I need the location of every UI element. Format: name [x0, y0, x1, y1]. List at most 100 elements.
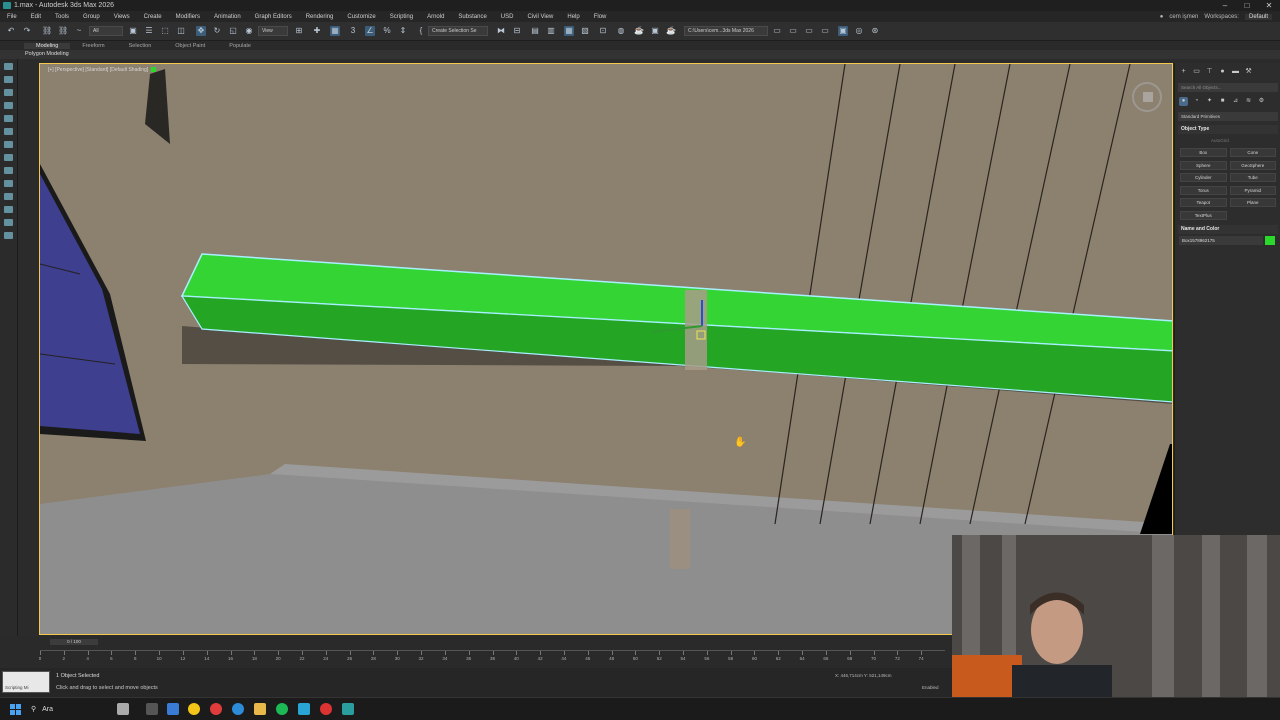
bind-space-warp-icon[interactable]: ~ [74, 26, 84, 36]
helpers-tool-icon[interactable] [4, 206, 13, 213]
autogrid-checkbox[interactable]: AutoGrid [1211, 138, 1229, 143]
maxscript-listener[interactable]: Scripting Mi [2, 671, 50, 693]
scene-explorer-tool-icon[interactable] [4, 63, 13, 70]
arnold-render-icon[interactable]: ◎ [854, 26, 864, 36]
snaps-toggle-icon[interactable]: 3 [348, 26, 358, 36]
scene-explorer-icon[interactable]: ▤ [530, 26, 540, 36]
helpers-category-icon[interactable]: ⊿ [1231, 97, 1240, 106]
file-explorer-icon[interactable] [254, 703, 266, 715]
workspace-dropdown[interactable]: Default [1244, 13, 1272, 20]
select-and-scale-icon[interactable]: ◱ [228, 26, 238, 36]
object-name-field[interactable]: Box1578962175 [1179, 236, 1263, 245]
telegram-icon[interactable] [298, 703, 310, 715]
cylinder-button[interactable]: Cylinder [1180, 173, 1227, 183]
link-icon[interactable]: ⛓ [42, 26, 52, 36]
ribbon-toggle-icon[interactable]: ▦ [564, 26, 574, 36]
box-button[interactable]: Box [1180, 148, 1227, 157]
geometry-tool-icon[interactable] [4, 232, 13, 239]
spinner-snap-icon[interactable]: ⇕ [398, 26, 408, 36]
viewcube-icon[interactable] [1132, 82, 1162, 112]
torus-button[interactable]: Torus [1180, 185, 1227, 195]
cone-button[interactable]: Cone [1229, 148, 1276, 157]
teapot-button[interactable]: Teapot [1180, 198, 1227, 208]
mirror-icon[interactable]: ⧓ [496, 26, 506, 36]
reference-coordinate-dropdown[interactable]: View [258, 26, 288, 36]
select-and-place-icon[interactable]: ◉ [244, 26, 254, 36]
chrome-icon[interactable] [188, 703, 200, 715]
utilities-tab-icon[interactable]: ⚒ [1244, 68, 1253, 76]
create-tab-icon[interactable]: + [1179, 68, 1188, 76]
maximize-button[interactable]: □ [1236, 0, 1258, 11]
schematic-view-icon[interactable]: ⊡ [598, 26, 608, 36]
spotify-icon[interactable] [276, 703, 288, 715]
menu-graph-editors[interactable]: Graph Editors [248, 14, 299, 20]
angle-snap-icon[interactable]: ∠ [365, 26, 375, 36]
motion-tab-icon[interactable]: ● [1218, 68, 1227, 76]
material-editor-icon[interactable]: ◍ [616, 26, 626, 36]
select-and-move-icon[interactable]: ✥ [196, 26, 206, 36]
keyboard-shortcut-override-icon[interactable]: ▦ [330, 26, 340, 36]
ribbon-tab-freeform[interactable]: Freeform [70, 43, 116, 49]
menu-tools[interactable]: Tools [48, 14, 76, 20]
shapes-tool-icon[interactable] [4, 219, 13, 226]
layer-tool-icon[interactable] [4, 76, 13, 83]
taskbar-search[interactable]: ⚲ Ara [31, 703, 111, 716]
user-name[interactable]: cem işmen [1169, 14, 1198, 20]
ribbon-tab-modeling[interactable]: Modeling [24, 42, 71, 49]
layer-explorer-icon[interactable]: ▥ [546, 26, 556, 36]
ribbon-tab-selection[interactable]: Selection [117, 43, 164, 49]
display-tool-icon[interactable] [4, 89, 13, 96]
menu-file[interactable]: File [0, 14, 24, 20]
menu-substance[interactable]: Substance [451, 14, 493, 20]
sort-tool-icon[interactable] [4, 115, 13, 122]
geosphere-button[interactable]: GeoSphere [1229, 160, 1276, 170]
menu-group[interactable]: Group [76, 14, 107, 20]
menu-arnold[interactable]: Arnold [420, 14, 451, 20]
freeze-tool-icon[interactable] [4, 154, 13, 161]
viewport-layout-icon[interactable]: ▣ [838, 26, 848, 36]
lights-category-icon[interactable]: ✦ [1205, 97, 1214, 106]
ribbon-tab-object-paint[interactable]: Object Paint [163, 43, 217, 49]
select-by-name-icon[interactable]: ☰ [144, 26, 154, 36]
unlink-icon[interactable]: ⛓ [58, 26, 68, 36]
hierarchy-tab-icon[interactable]: ⊤ [1205, 68, 1214, 76]
3ds-max-icon[interactable] [342, 703, 354, 715]
percent-snap-icon[interactable]: % [382, 26, 392, 36]
name-and-color-rollout[interactable]: Name and Color [1178, 225, 1278, 234]
lights-tool-icon[interactable] [4, 180, 13, 187]
rendered-frame-window-icon[interactable]: ▣ [650, 26, 660, 36]
menu-scripting[interactable]: Scripting [383, 14, 420, 20]
menu-edit[interactable]: Edit [24, 14, 48, 20]
select-object-icon[interactable]: ▣ [128, 26, 138, 36]
sphere-button[interactable]: Sphere [1180, 160, 1227, 170]
windows-start-icon[interactable] [10, 704, 21, 715]
spacewarps-category-icon[interactable]: ≋ [1244, 97, 1253, 106]
close-button[interactable]: ✕ [1258, 0, 1280, 11]
outlook-icon[interactable] [167, 703, 179, 715]
task-view-icon[interactable] [117, 703, 129, 715]
menu-flow[interactable]: Flow [587, 14, 614, 20]
plane-button[interactable]: Plane [1229, 198, 1276, 208]
hierarchy-tool-icon[interactable] [4, 141, 13, 148]
primitive-type-dropdown[interactable]: Standard Primitives [1178, 112, 1278, 121]
export-icon[interactable]: ▭ [820, 26, 830, 36]
ribbon-tab-populate[interactable]: Populate [217, 43, 263, 49]
modify-tab-icon[interactable]: ▭ [1192, 68, 1201, 76]
selection-filter-dropdown[interactable]: All [89, 26, 123, 36]
cameras-category-icon[interactable]: ■ [1218, 97, 1227, 106]
pyramid-button[interactable]: Pyramid [1229, 185, 1276, 195]
viewport-label[interactable]: [+] [Perspective] [Standard] [Default Sh… [48, 67, 157, 73]
shapes-category-icon[interactable]: ◔ [1192, 97, 1201, 106]
geometry-category-icon[interactable]: ● [1179, 97, 1188, 106]
align-icon[interactable]: ⊟ [512, 26, 522, 36]
menu-rendering[interactable]: Rendering [299, 14, 341, 20]
menu-help[interactable]: Help [560, 14, 586, 20]
render-setup-icon[interactable]: ☕ [634, 26, 644, 36]
menu-animation[interactable]: Animation [207, 14, 248, 20]
edge-icon[interactable] [232, 703, 244, 715]
pivot-center-icon[interactable]: ⊞ [294, 26, 304, 36]
widgets-icon[interactable] [146, 703, 158, 715]
named-selection-set-dropdown[interactable]: Create Selection Se [428, 26, 488, 36]
edit-named-selection-icon[interactable]: { [416, 26, 426, 36]
davinci-resolve-icon[interactable] [320, 703, 332, 715]
